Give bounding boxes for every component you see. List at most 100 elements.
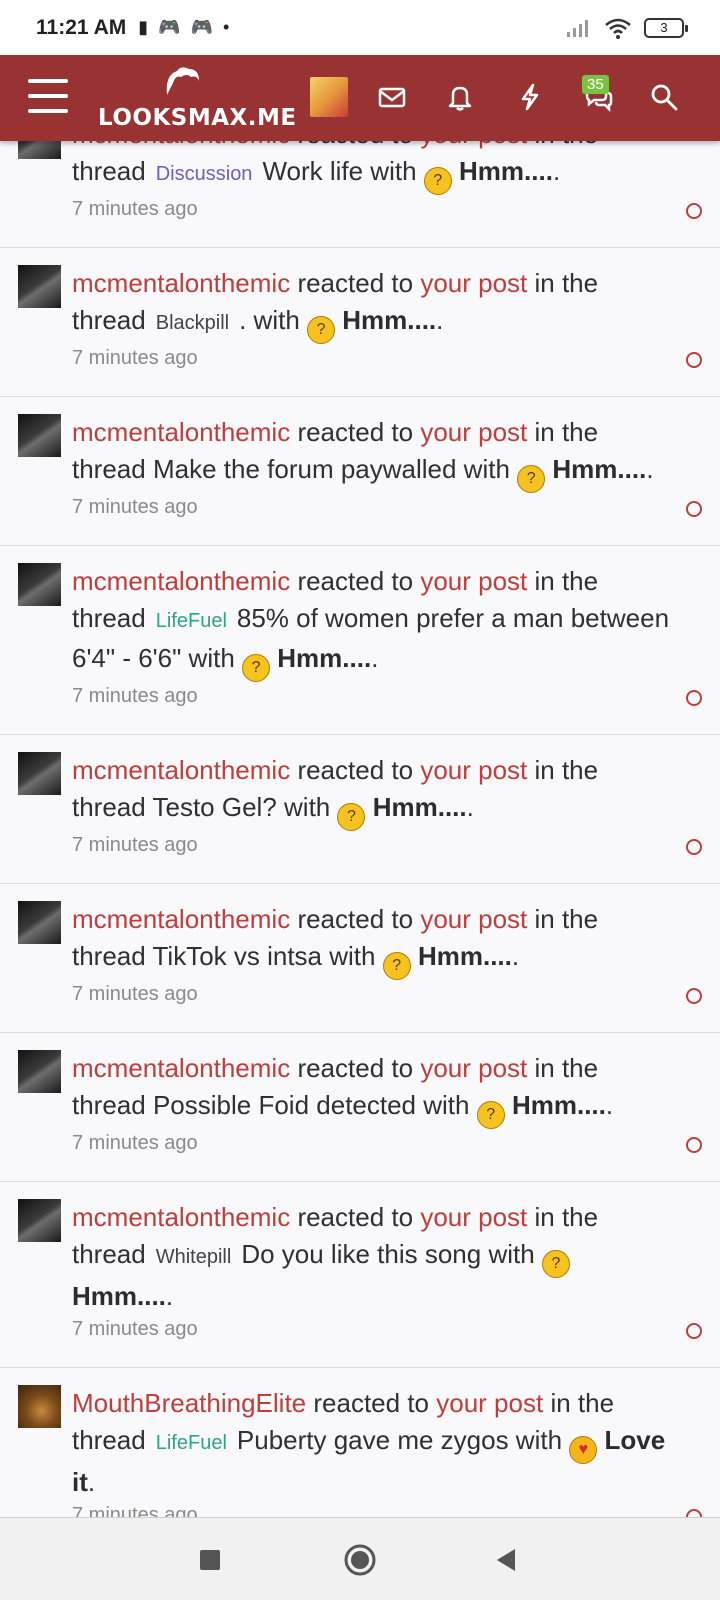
thread-title-link[interactable]: TikTok vs intsa with — [153, 941, 376, 971]
reaction-label: Hmm.... — [459, 156, 553, 186]
mark-read-toggle[interactable] — [686, 203, 702, 219]
back-icon[interactable] — [486, 1540, 526, 1580]
action-text: reacted to — [297, 1053, 414, 1083]
inbox-icon[interactable] — [372, 77, 412, 117]
thread-prefix[interactable]: LifeFuel — [146, 610, 237, 632]
your-post-link[interactable]: your post — [420, 417, 527, 447]
mark-read-toggle[interactable] — [686, 1323, 702, 1339]
timestamp: 7 minutes ago — [72, 1132, 198, 1154]
thread-title-link[interactable]: Puberty gave me zygos with — [237, 1425, 562, 1455]
heart-eyes-emoji-icon: ♥ — [569, 1436, 598, 1464]
notification-item[interactable]: mcmentalonthemic reacted to your post in… — [0, 735, 720, 884]
notification-item[interactable]: mcmentalonthemic reacted to your post in… — [0, 1033, 720, 1182]
thread-title-link[interactable]: Do you like this song with — [241, 1239, 534, 1269]
end-punct: . — [87, 1467, 96, 1497]
user-avatar[interactable] — [18, 563, 61, 606]
username-link[interactable]: mcmentalonthemic — [72, 755, 290, 785]
battery-indicator: 3 — [644, 17, 688, 38]
your-post-link[interactable]: your post — [420, 755, 527, 785]
thread-prefix[interactable]: Blackpill — [146, 312, 239, 334]
username-link[interactable]: mcmentalonthemic — [72, 417, 290, 447]
end-punct: . — [605, 1090, 614, 1120]
user-avatar[interactable] — [18, 752, 61, 795]
thread-title-link[interactable]: . with — [239, 305, 300, 335]
thinking-emoji-icon: ? — [382, 952, 411, 980]
thread-word: thread — [72, 603, 146, 633]
notification-text: mcmentalonthemic reacted to your post in… — [72, 901, 670, 980]
notification-item[interactable]: mcmentalonthemic reacted to your post in… — [0, 397, 720, 546]
thread-title-link[interactable]: Possible Foid detected with — [153, 1090, 470, 1120]
mark-read-toggle[interactable] — [686, 1137, 702, 1153]
thread-title-link[interactable]: Make the forum paywalled with — [153, 454, 510, 484]
username-link[interactable]: mcmentalonthemic — [72, 904, 290, 934]
your-post-link[interactable]: your post — [420, 268, 527, 298]
bell-icon[interactable] — [440, 77, 480, 117]
your-post-link[interactable]: your post — [420, 1053, 527, 1083]
thread-prefix[interactable]: LifeFuel — [146, 1432, 237, 1454]
user-avatar[interactable] — [18, 265, 61, 308]
timestamp: 7 minutes ago — [72, 834, 198, 856]
user-avatar[interactable] — [18, 1050, 61, 1093]
action-text: reacted to — [297, 268, 414, 298]
timestamp: 7 minutes ago — [72, 496, 198, 518]
user-avatar[interactable] — [18, 414, 61, 457]
reaction-label: Hmm.... — [417, 941, 512, 971]
recents-icon[interactable] — [190, 1540, 230, 1580]
notification-item[interactable]: mcmentalonthemic reacted to your post in… — [0, 1182, 720, 1368]
notification-text: mcmentalonthemic reacted to your post in… — [72, 752, 670, 831]
reaction-label: Hmm.... — [277, 643, 372, 673]
your-post-link[interactable]: your post — [420, 1202, 527, 1232]
notification-text: MouthBreathingElite reacted to your post… — [72, 1385, 670, 1501]
thread-prefix[interactable]: Whitepill — [146, 1246, 242, 1268]
user-avatar[interactable] — [18, 901, 61, 944]
reaction-label: Hmm.... — [372, 792, 467, 822]
your-post-link[interactable]: your post — [420, 566, 527, 596]
user-avatar[interactable] — [18, 1199, 61, 1242]
username-link[interactable]: mcmentalonthemic — [72, 566, 290, 596]
mark-read-toggle[interactable] — [686, 839, 702, 855]
mid-text: in the — [550, 1388, 615, 1418]
your-post-link[interactable]: your post — [436, 1388, 543, 1418]
site-logo[interactable]: LOOKSMAX.ME — [98, 65, 297, 135]
username-link[interactable]: mcmentalonthemic — [72, 268, 290, 298]
mark-read-toggle[interactable] — [686, 352, 702, 368]
thread-title-link[interactable]: Testo Gel? with — [153, 792, 331, 822]
notification-item[interactable]: mcmentalonthemic reacted to your post in… — [0, 884, 720, 1033]
mid-text: in the — [534, 268, 599, 298]
thread-title-link[interactable]: Work life with — [262, 156, 416, 186]
logo-text: LOOKSMAX.ME — [98, 105, 297, 131]
thinking-emoji-icon: ? — [541, 1250, 570, 1278]
thread-word: thread — [72, 792, 146, 822]
game-controller-icon: 🎮 — [158, 17, 181, 37]
notification-text: mcmentalonthemic reacted to your post in… — [72, 1199, 670, 1315]
thinking-emoji-icon: ? — [476, 1101, 505, 1129]
lightning-icon[interactable] — [510, 77, 550, 117]
your-post-link[interactable]: your post — [420, 904, 527, 934]
username-link[interactable]: MouthBreathingElite — [72, 1388, 306, 1418]
user-avatar[interactable] — [18, 1385, 61, 1428]
notification-text: mcmentalonthemic reacted to your post in… — [72, 265, 670, 344]
menu-icon[interactable] — [28, 79, 68, 113]
end-punct: . — [165, 1281, 174, 1311]
notification-item[interactable]: mcmentalonthemic reacted to your post in… — [0, 546, 720, 735]
action-text: reacted to — [313, 1388, 430, 1418]
dot-icon: • — [223, 17, 230, 37]
signal-icon — [567, 19, 588, 37]
username-link[interactable]: mcmentalonthemic — [72, 1202, 290, 1232]
thread-word: thread — [72, 941, 146, 971]
notification-item[interactable]: mcmentalonthemic reacted to your post in… — [0, 248, 720, 397]
mark-read-toggle[interactable] — [686, 988, 702, 1004]
home-icon[interactable] — [340, 1540, 380, 1580]
action-text: reacted to — [297, 1202, 414, 1232]
user-avatar[interactable] — [310, 77, 348, 117]
timestamp: 7 minutes ago — [72, 347, 198, 369]
mark-read-toggle[interactable] — [686, 690, 702, 706]
notification-icons: ▮ 🎮 🎮 • — [138, 17, 229, 38]
mark-read-toggle[interactable] — [686, 501, 702, 517]
timestamp: 7 minutes ago — [72, 685, 198, 707]
username-link[interactable]: mcmentalonthemic — [72, 1053, 290, 1083]
search-icon[interactable] — [644, 77, 684, 117]
timestamp: 7 minutes ago — [72, 198, 198, 220]
thread-word: thread — [72, 156, 146, 186]
thread-prefix[interactable]: Discussion — [146, 163, 263, 185]
